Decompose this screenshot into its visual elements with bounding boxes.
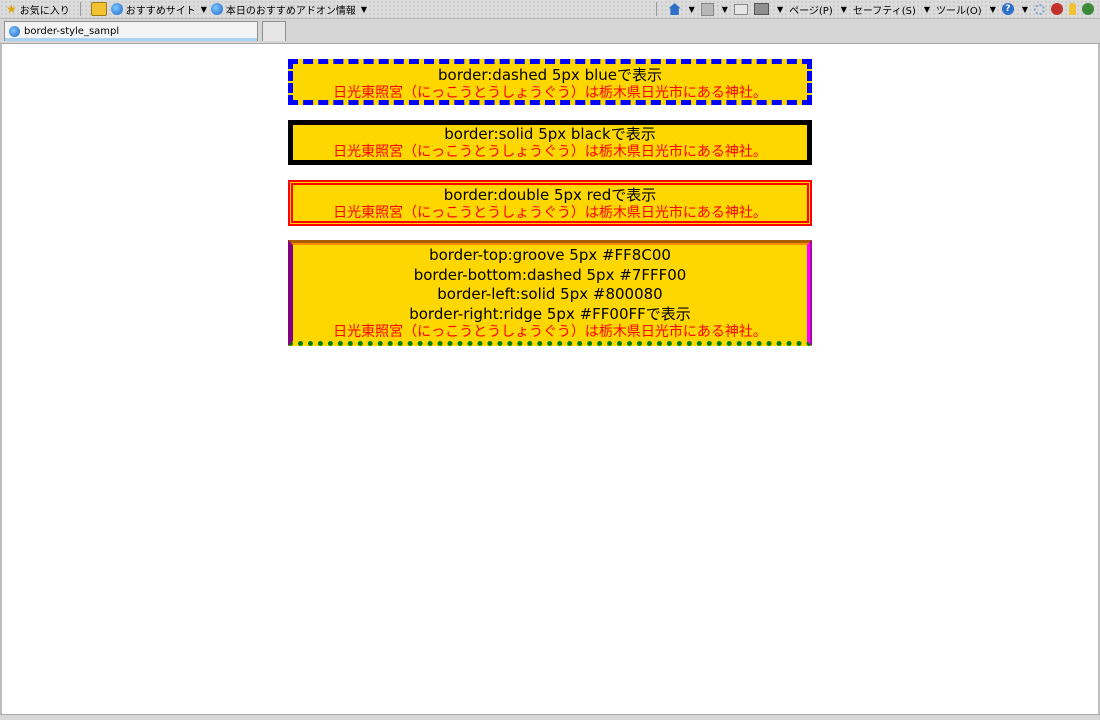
print-icon[interactable] [753, 3, 769, 15]
sample-title-line: border-right:ridge 5px #FF00FFで表示 [409, 304, 691, 323]
toolbar-separator [655, 2, 657, 16]
active-tab-indicator [5, 38, 257, 41]
gear-icon[interactable] [1034, 3, 1045, 15]
chevron-down-icon: ▼ [840, 4, 847, 14]
command-bar: ▼ ▼ ▼ ページ(P) ▼ セーフティ(S) ▼ ツール(O) ▼ ? ▼ [650, 1, 1094, 17]
chevron-down-icon[interactable]: ▼ [1022, 5, 1028, 14]
sample-description: 日光東照宮（にっこうとうしょうぐう）は栃木県日光市にある神社。 [333, 85, 767, 101]
blog-icon[interactable] [1051, 3, 1063, 15]
ie-page-icon [9, 26, 20, 37]
rss-feed-icon[interactable] [700, 2, 714, 16]
sample-title-line: border-bottom:dashed 5px #7FFF00 [413, 265, 687, 284]
tab-label: border-style_sampl [24, 26, 120, 37]
sample-title: border:solid 5px blackで表示 [444, 125, 656, 143]
tab-border-style-sample[interactable]: border-style_sampl [4, 21, 258, 41]
lightbulb-icon[interactable] [1069, 3, 1076, 15]
suggested-sites-label: おすすめサイト [125, 5, 196, 17]
chevron-down-icon: ▼ [360, 4, 368, 14]
new-tab-button[interactable] [262, 21, 286, 41]
sample-title: border:dashed 5px blueで表示 [438, 66, 662, 84]
safety-menu[interactable]: セーフティ(S) [853, 2, 916, 17]
tab-strip: border-style_sampl [0, 19, 1100, 44]
tools-menu[interactable]: ツール(O) [936, 2, 982, 17]
sample-title-line: border-left:solid 5px #800080 [437, 285, 663, 303]
research-icon[interactable] [1082, 3, 1094, 15]
favorites-label: お気に入り [19, 5, 70, 17]
addons-label: 本日のおすすめアドオン情報 [225, 5, 356, 17]
sample-title-line: border-top:groove 5px #FF8C00 [429, 246, 671, 264]
sample-description: 日光東照宮（にっこうとうしょうぐう）は栃木県日光市にある神社。 [333, 205, 767, 221]
help-icon[interactable]: ? [1001, 3, 1014, 15]
chevron-down-icon: ▼ [923, 4, 930, 14]
chevron-down-icon: ▼ [200, 4, 207, 14]
sample-box-dashed-blue: border:dashed 5px blueで表示 日光東照宮（にっこうとうしょ… [288, 59, 812, 105]
chevron-down-icon[interactable]: ▼ [722, 5, 728, 14]
ie-icon [210, 3, 223, 15]
add-to-favorites-icon[interactable] [90, 2, 107, 16]
chevron-down-icon[interactable]: ▼ [777, 5, 783, 14]
favorites-bar: ★ お気に入り おすすめサイト ▼ 本日のおすすめアドオン情報 ▼ [6, 1, 367, 17]
sample-description: 日光東照宮（にっこうとうしょうぐう）は栃木県日光市にある神社。 [333, 144, 767, 160]
home-icon[interactable] [668, 3, 681, 15]
chevron-down-icon[interactable]: ▼ [689, 5, 695, 14]
sample-description: 日光東照宮（にっこうとうしょうぐう）は栃木県日光市にある神社。 [333, 324, 767, 340]
addons-gallery-button[interactable]: 本日のおすすめアドオン情報 ▼ [210, 2, 368, 17]
chevron-down-icon: ▼ [989, 4, 996, 14]
page-menu[interactable]: ページ(P) [789, 2, 833, 17]
mail-icon[interactable] [733, 3, 748, 15]
suggested-sites-button[interactable]: おすすめサイト ▼ [110, 2, 207, 17]
toolbar-separator [79, 2, 81, 16]
favorites-command-bar: ★ お気に入り おすすめサイト ▼ 本日のおすすめアドオン情報 ▼ ▼ ▼ ▼ … [0, 0, 1100, 19]
favorites-button[interactable]: ★ お気に入り [6, 2, 70, 17]
sample-box-solid-black: border:solid 5px blackで表示 日光東照宮（にっこうとうしょ… [288, 120, 812, 165]
sample-title: border:double 5px redで表示 [443, 186, 657, 204]
star-icon: ★ [6, 2, 17, 16]
sample-box-double-red: border:double 5px redで表示 日光東照宮（にっこうとうしょう… [288, 180, 812, 226]
ie-icon [110, 3, 123, 15]
status-bar [0, 714, 1100, 720]
sample-box-mixed-borders: border-top:groove 5px #FF8C00 border-bot… [288, 240, 812, 346]
